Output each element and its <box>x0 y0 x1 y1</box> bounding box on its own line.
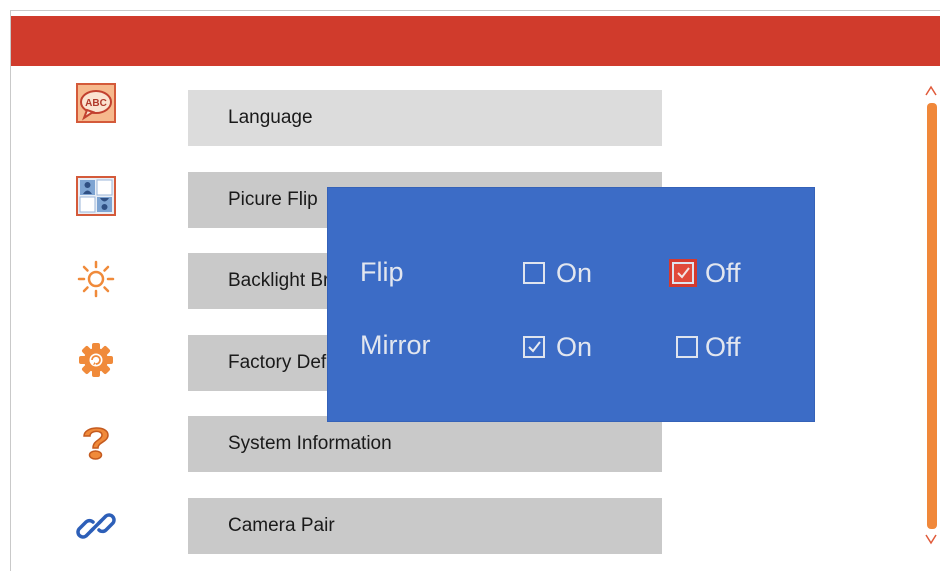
flip-on-label: On <box>556 258 593 288</box>
flip-label: Flip <box>360 257 404 287</box>
picture-flip-dialog: Flip On Off Mirror On Off <box>327 187 815 422</box>
language-abc-icon[interactable]: ABC <box>76 83 116 123</box>
mirror-label: Mirror <box>360 330 431 360</box>
menu-item-camera-pair[interactable]: Camera Pair <box>188 498 662 554</box>
svg-text:ABC: ABC <box>85 98 107 109</box>
menu-item-label: Picure Flip <box>228 189 318 210</box>
mirror-on-label: On <box>556 332 593 362</box>
mirror-off-label: Off <box>705 332 741 362</box>
menu-item-label: Language <box>228 107 313 128</box>
mirror-on-checkbox[interactable] <box>523 336 545 358</box>
frame-border-left <box>10 10 11 571</box>
settings-screen: ABC Language Picure Flip Backlight Brigh… <box>0 0 940 571</box>
flip-on-checkbox[interactable] <box>523 262 545 284</box>
picture-flip-icon[interactable] <box>76 176 116 216</box>
factory-default-gear-icon[interactable] <box>76 340 116 380</box>
mirror-off-checkbox[interactable] <box>676 336 698 358</box>
menu-item-system-information[interactable]: System Information <box>188 416 662 472</box>
title-bar <box>11 16 940 66</box>
scroll-up-arrow-icon[interactable] <box>924 84 938 98</box>
camera-pair-link-icon[interactable] <box>76 506 116 546</box>
frame-border-top <box>10 10 940 11</box>
menu-item-label: System Information <box>228 433 392 454</box>
scrollbar[interactable] <box>927 103 937 529</box>
flip-off-checkbox[interactable] <box>672 262 694 284</box>
scroll-down-arrow-icon[interactable] <box>924 532 938 546</box>
menu-item-label: Camera Pair <box>228 515 335 536</box>
backlight-sun-icon[interactable] <box>76 259 116 299</box>
menu-item-language[interactable]: Language <box>188 90 662 146</box>
flip-off-label: Off <box>705 258 741 288</box>
system-info-question-icon[interactable] <box>76 422 116 462</box>
